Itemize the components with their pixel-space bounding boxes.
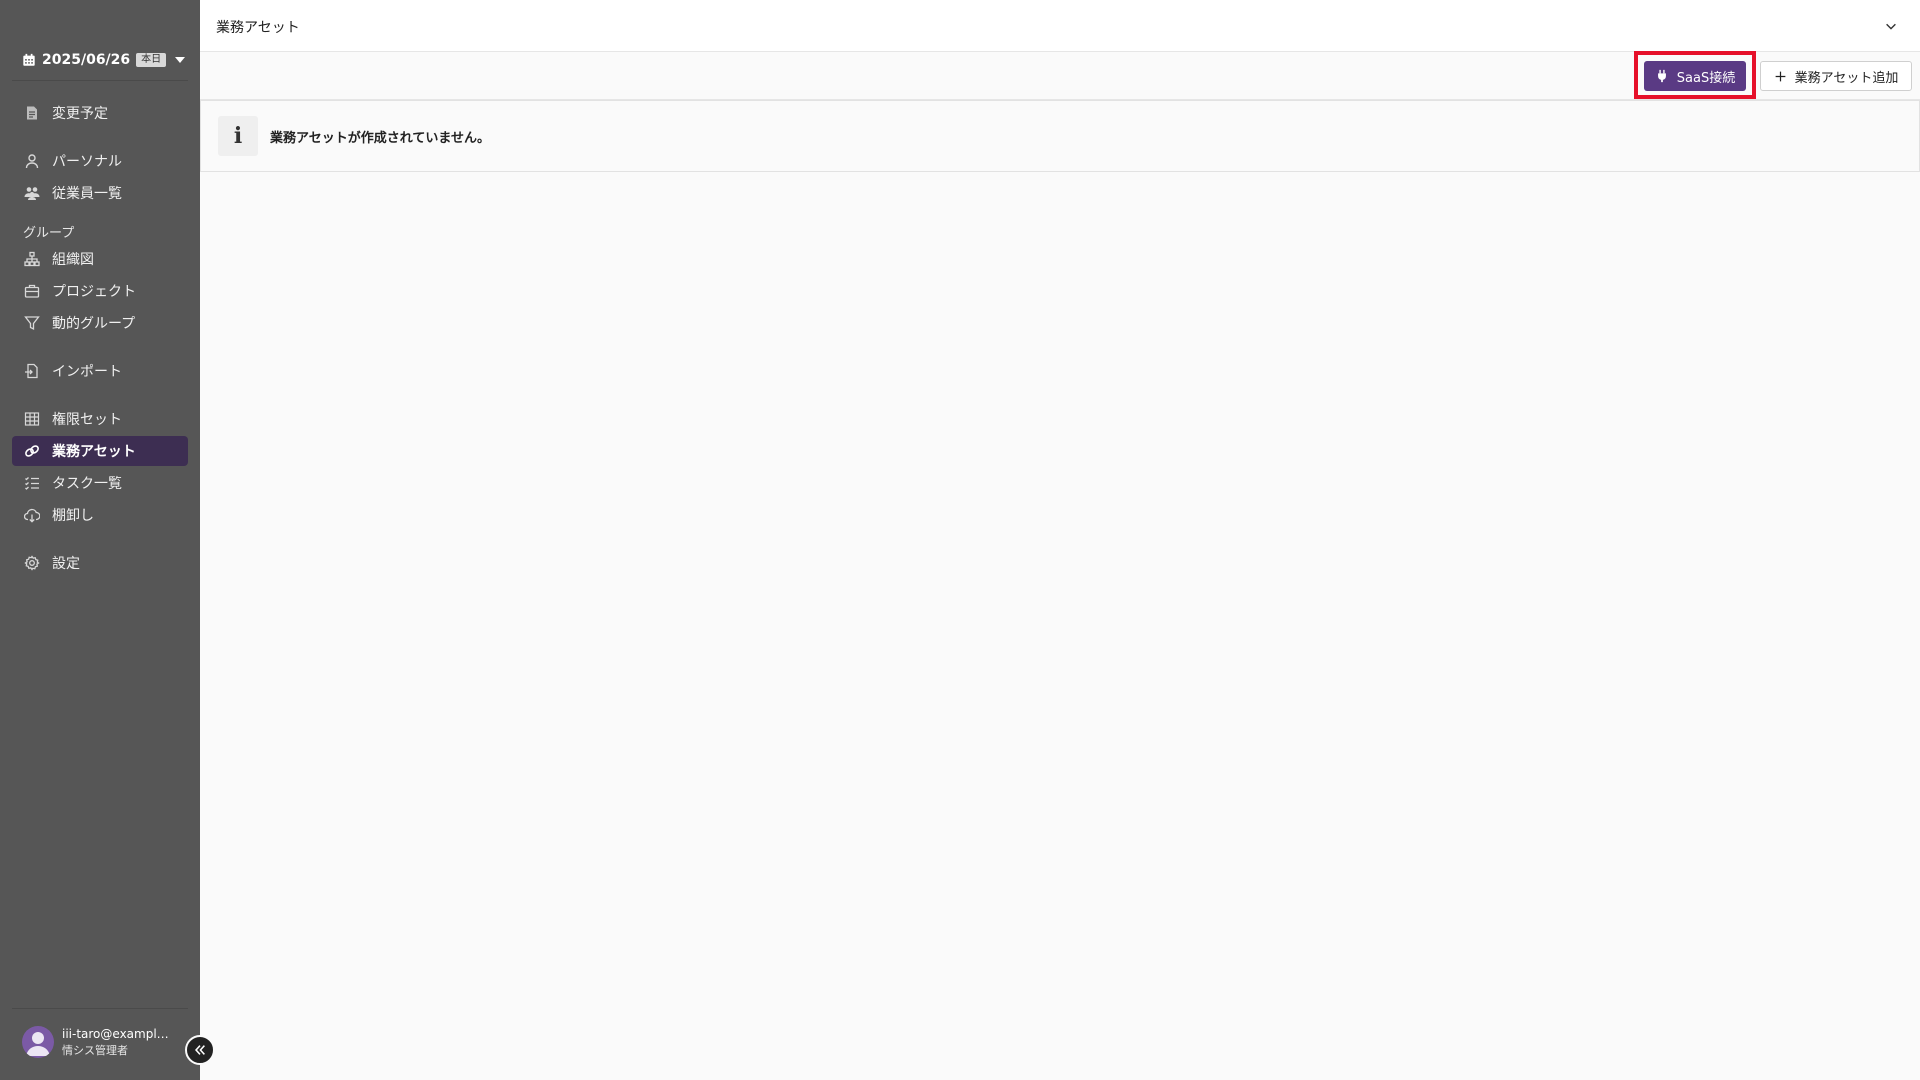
user-avatar-icon [26,1032,50,1056]
sidebar-item-employees[interactable]: 従業員一覧 [12,178,188,208]
user-menu[interactable]: iii-taro@example.com 情シス管理者 [22,1026,174,1058]
page-header: 業務アセット [200,0,1920,52]
add-business-asset-label: 業務アセット追加 [1794,70,1899,86]
sidebar-item-business-assets[interactable]: 業務アセット [12,436,188,466]
sidebar-item-settings[interactable]: 設定 [12,548,188,578]
sidebar-item-change-schedule[interactable]: 変更予定 [12,98,188,128]
chevron-down-icon[interactable] [1884,19,1898,33]
sidebar-item-label: 業務アセット [52,444,136,460]
info-icon: i [218,116,258,156]
plug-icon [1657,69,1666,83]
today-badge: 本日 [136,53,167,67]
filter-icon [24,316,40,331]
add-business-asset-button[interactable]: 業務アセット追加 [1760,61,1912,91]
cloud-download-icon [24,508,40,523]
sidebar-item-label: 棚卸し [52,508,94,524]
org-chart-icon [24,251,40,267]
sidebar-item-label: 設定 [52,556,80,572]
empty-state-banner: i 業務アセットが作成されていません。 [200,100,1920,172]
gear-icon [24,555,40,571]
divider [12,80,188,81]
double-chevron-left-icon [195,1045,205,1055]
plus-icon [1775,71,1785,81]
user-email: iii-taro@example.com [62,1026,174,1041]
date-label: 2025/06/26 [42,52,131,68]
sidebar-item-project[interactable]: プロジェクト [12,276,188,306]
document-icon [27,106,37,120]
briefcase-icon [24,284,40,298]
saas-connect-label: SaaS接続 [1676,70,1736,86]
sidebar-item-label: インポート [52,364,122,380]
sidebar-item-org-chart[interactable]: 組織図 [12,244,188,274]
checklist-icon [25,477,39,490]
sidebar-item-label: タスク一覧 [52,476,122,492]
sidebar-item-permission-set[interactable]: 権限セット [12,404,188,434]
collapse-sidebar-button[interactable] [185,1035,215,1065]
sidebar-item-import[interactable]: インポート [12,356,188,386]
divider [12,1008,188,1009]
sidebar-item-dynamic-group[interactable]: 動的グループ [12,308,188,338]
saas-connect-button[interactable]: SaaS接続 [1644,61,1746,91]
sidebar-item-task-list[interactable]: タスク一覧 [12,468,188,498]
people-icon [24,187,40,200]
sidebar-item-label: 変更予定 [52,106,108,122]
sidebar-item-label: 組織図 [52,252,94,268]
avatar [22,1026,54,1058]
sidebar-item-label: 権限セット [52,412,122,428]
sidebar-item-personal[interactable]: パーソナル [12,146,188,176]
caret-down-icon [175,57,186,63]
sidebar: 2025/06/26 本日 変更予定 パーソナル 従業員一覧 グループ 組織図 … [0,0,200,1080]
sidebar-item-label: 動的グループ [52,316,136,332]
table-icon [24,412,40,426]
group-section-label: グループ [23,226,75,241]
sidebar-item-label: パーソナル [52,154,122,170]
import-icon [25,363,38,379]
user-role: 情シス管理者 [62,1043,128,1057]
date-selector[interactable]: 2025/06/26 本日 [22,50,186,70]
page-title: 業務アセット [216,20,300,36]
sidebar-item-label: 従業員一覧 [52,186,122,202]
calendar-icon [23,53,35,66]
sidebar-item-inventory[interactable]: 棚卸し [12,500,188,530]
person-icon [25,154,39,169]
sidebar-item-label: プロジェクト [52,284,136,300]
link-icon [25,445,39,457]
empty-state-message: 業務アセットが作成されていません。 [270,130,490,146]
